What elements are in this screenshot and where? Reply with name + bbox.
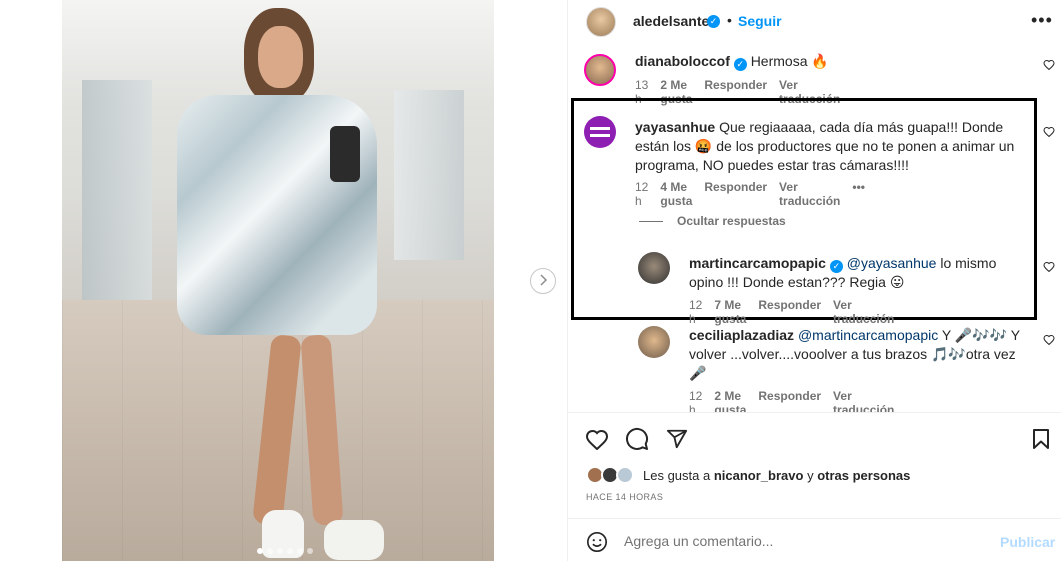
comment-like-heart-icon[interactable] xyxy=(1043,59,1055,73)
comment-likes[interactable]: 7 Me gusta xyxy=(714,298,746,326)
carousel-dot xyxy=(287,548,293,554)
photo-window-right xyxy=(394,90,464,260)
comment-meta: 12 h 4 Me gusta Responder Ver traducción… xyxy=(635,180,865,208)
comment-input[interactable] xyxy=(624,531,984,551)
likes-summary: Les gusta a nicanor_bravo y otras person… xyxy=(586,466,910,484)
hide-replies-button[interactable]: Ocultar respuestas xyxy=(639,214,786,228)
commenter-avatar[interactable] xyxy=(584,54,616,86)
post-photo[interactable] xyxy=(62,0,494,561)
carousel-dot xyxy=(297,548,303,554)
carousel-dots xyxy=(257,548,313,554)
avatar-logo-icon xyxy=(590,127,610,137)
follow-button[interactable]: Seguir xyxy=(738,13,782,29)
likes-others-link[interactable]: otras personas xyxy=(817,468,910,483)
comment-like-heart-icon[interactable] xyxy=(1043,126,1055,140)
add-comment-bar: Publicar xyxy=(568,518,1061,561)
media-area xyxy=(0,0,567,561)
comment-mention[interactable]: @yayasanhue xyxy=(847,255,937,271)
comment-body: ceciliaplazadiaz @martincarcamopapic Y 🎤… xyxy=(689,326,1034,383)
likes-prefix: Les gusta a xyxy=(643,467,711,483)
post-timestamp[interactable]: HACE 14 HORAS xyxy=(586,492,663,502)
like-heart-icon[interactable] xyxy=(585,427,609,451)
comment-options-icon[interactable]: ••• xyxy=(852,180,865,208)
comment-likes[interactable]: 2 Me gusta xyxy=(714,389,746,412)
comment-likes[interactable]: 4 Me gusta xyxy=(660,180,692,208)
comment-text: Hermosa 🔥 xyxy=(750,53,829,69)
share-send-icon[interactable] xyxy=(665,427,689,451)
comment-meta: 12 h 2 Me gusta Responder Ver traducción xyxy=(689,389,894,412)
chevron-right-icon xyxy=(538,273,548,289)
hide-replies-line xyxy=(639,220,663,222)
comment-bubble-icon[interactable] xyxy=(625,427,649,451)
comment-time[interactable]: 12 h xyxy=(689,298,702,326)
carousel-dot-active xyxy=(257,548,263,554)
commenter-avatar[interactable] xyxy=(638,326,670,358)
reply-button[interactable]: Responder xyxy=(758,389,821,412)
liker-avatar xyxy=(616,466,634,484)
author-username[interactable]: aledelsante xyxy=(633,13,709,29)
comment-body: martincarcamopapic ✓ @yayasanhue lo mism… xyxy=(689,254,1034,292)
reply-button[interactable]: Responder xyxy=(758,298,821,326)
commenter-avatar[interactable] xyxy=(638,252,670,284)
more-options-icon[interactable]: ••• xyxy=(1031,10,1053,31)
comment-username[interactable]: yayasanhue xyxy=(635,119,715,135)
save-bookmark-icon[interactable] xyxy=(1029,427,1053,451)
publish-button[interactable]: Publicar xyxy=(1000,534,1055,550)
header-separator: • xyxy=(727,12,732,28)
comment-mention[interactable]: @martincarcamopapic xyxy=(798,327,938,343)
author-avatar[interactable] xyxy=(586,7,616,37)
comment-body: yayasanhue Que regiaaaaa, cada día más g… xyxy=(635,118,1025,175)
photo-phone xyxy=(330,126,360,182)
likes-text: Les gusta a nicanor_bravo y otras person… xyxy=(643,468,910,483)
translate-button[interactable]: Ver traducción xyxy=(833,298,894,326)
likes-connector: y xyxy=(807,467,814,483)
comment-meta: 12 h 7 Me gusta Responder Ver traducción xyxy=(689,298,894,326)
verified-badge-icon: ✓ xyxy=(733,58,747,71)
comment-like-heart-icon[interactable] xyxy=(1043,261,1055,275)
comment-username[interactable]: dianaboloccof xyxy=(635,53,730,69)
post-header: aledelsante ✓ • Seguir ••• xyxy=(568,0,1061,42)
comment-username[interactable]: martincarcamopapic xyxy=(689,255,826,271)
photo-person-face xyxy=(258,26,303,88)
comment-body: dianaboloccof ✓ Hermosa 🔥 xyxy=(635,52,1015,71)
commenter-avatar[interactable] xyxy=(584,116,616,148)
verified-badge-icon: ✓ xyxy=(829,260,843,273)
likes-user-link[interactable]: nicanor_bravo xyxy=(714,468,804,483)
post-side-panel: aledelsante ✓ • Seguir ••• dianaboloccof… xyxy=(567,0,1061,561)
reply-button[interactable]: Responder xyxy=(704,180,767,208)
verified-badge-icon: ✓ xyxy=(707,15,720,28)
comment-time[interactable]: 12 h xyxy=(635,180,648,208)
translate-button[interactable]: Ver traducción xyxy=(779,180,840,208)
post-action-bar xyxy=(568,412,1061,462)
comments-list[interactable]: dianaboloccof ✓ Hermosa 🔥 13 h 2 Me gust… xyxy=(568,42,1061,412)
carousel-next-button[interactable] xyxy=(530,268,556,294)
comment-time[interactable]: 12 h xyxy=(689,389,702,412)
carousel-dot xyxy=(267,548,273,554)
comment-username[interactable]: ceciliaplazadiaz xyxy=(689,327,794,343)
photo-shoe-right xyxy=(324,520,384,560)
emoji-smile-icon[interactable] xyxy=(586,531,608,556)
carousel-dot xyxy=(277,548,283,554)
carousel-dot xyxy=(307,548,313,554)
hide-replies-label: Ocultar respuestas xyxy=(677,214,786,228)
translate-button[interactable]: Ver traducción xyxy=(833,389,894,412)
comment-like-heart-icon[interactable] xyxy=(1043,334,1055,348)
